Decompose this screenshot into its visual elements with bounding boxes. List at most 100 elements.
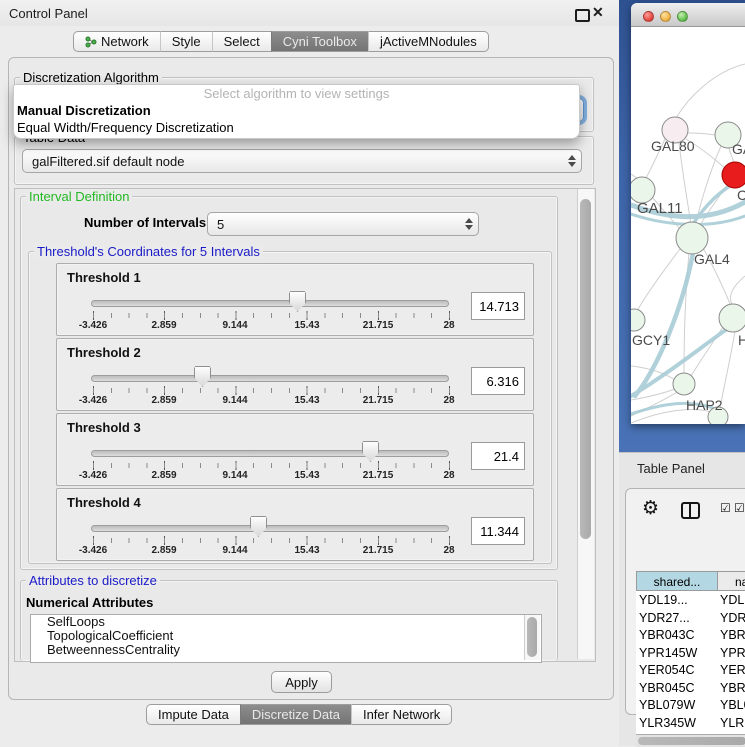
table-data-combobox[interactable]: galFiltered.sif default node: [22, 149, 582, 173]
numerical-attributes-list[interactable]: SelfLoops TopologicalCoefficient Between…: [30, 614, 542, 663]
float-window-icon[interactable]: [575, 9, 590, 22]
popup-option-equal-width[interactable]: Equal Width/Frequency Discretization: [14, 119, 579, 136]
tick-label: 28: [443, 545, 454, 556]
tick-label: 15.43: [294, 320, 319, 331]
list-item[interactable]: SelfLoops: [31, 615, 541, 629]
mac-minimize-button[interactable]: [660, 11, 671, 22]
threshold-1-value-input[interactable]: [471, 292, 525, 320]
tab-cyni-toolbox[interactable]: Cyni Toolbox: [271, 31, 368, 52]
list-item[interactable]: TopologicalCoefficient: [31, 629, 541, 643]
tab-select[interactable]: Select: [212, 31, 271, 52]
algorithm-group-label: Discretization Algorithm: [20, 70, 162, 85]
network-window-titlebar[interactable]: [631, 3, 745, 27]
threshold-2-value-input[interactable]: [471, 367, 525, 395]
threshold-3-panel: Threshold 3 -3.426 2.859 9.144 15.43 21.…: [56, 413, 534, 486]
cell[interactable]: YPR1: [720, 645, 745, 663]
threshold-3-label: Threshold 3: [67, 420, 141, 435]
threshold-1-slider[interactable]: [91, 300, 449, 307]
cell[interactable]: YER0: [720, 662, 745, 680]
cell[interactable]: YDL19...: [639, 592, 717, 610]
table-row[interactable]: YER054CYER0: [636, 662, 745, 680]
network-canvas[interactable]: GAL80 GA C GAL11 GAL4 GCY1 H HAP2: [631, 26, 745, 424]
vertical-scrollbar-thumb[interactable]: [580, 199, 591, 539]
node-gcy1[interactable]: [631, 309, 645, 331]
table-row[interactable]: YLR345WYLR3: [636, 715, 745, 733]
tab-discretize-data[interactable]: Discretize Data: [240, 704, 351, 725]
cell[interactable]: YDR2: [720, 610, 745, 628]
table-row[interactable]: YPR145WYPR1: [636, 645, 745, 663]
column-header-name[interactable]: name: [717, 571, 745, 591]
cell[interactable]: YBR043C: [639, 627, 717, 645]
tick-label: 28: [443, 395, 454, 406]
threshold-2-panel: Threshold 2 -3.426 2.859 9.144 15.43 21.…: [56, 338, 534, 411]
threshold-1-slider-handle[interactable]: [289, 291, 306, 312]
table-row[interactable]: YBL079WYBL0: [636, 697, 745, 715]
list-item[interactable]: BetweennessCentrality: [31, 643, 541, 657]
threshold-2-slider[interactable]: [91, 375, 449, 382]
threshold-3-slider[interactable]: [91, 450, 449, 457]
apply-button[interactable]: Apply: [271, 671, 332, 693]
threshold-4-slider-handle[interactable]: [250, 516, 267, 537]
tick-label: 28: [443, 470, 454, 481]
network-icon: [85, 36, 97, 48]
cell[interactable]: YDR27...: [639, 610, 717, 628]
control-panel-titlebar: Control Panel ✕: [0, 0, 619, 26]
tab-jactivemnodules[interactable]: jActiveMNodules: [368, 31, 489, 52]
tab-impute-data[interactable]: Impute Data: [146, 704, 240, 725]
horizontal-scrollbar[interactable]: [636, 734, 745, 747]
cell[interactable]: YBR045C: [639, 680, 717, 698]
threshold-3-value-input[interactable]: [471, 442, 525, 470]
table-row[interactable]: YBR043CYBR0: [636, 627, 745, 645]
tab-style[interactable]: Style: [160, 31, 212, 52]
mac-zoom-button[interactable]: [677, 11, 688, 22]
tab-jactive-label: jActiveMNodules: [380, 34, 477, 49]
cell[interactable]: YLR345W: [639, 715, 717, 733]
threshold-4-slider[interactable]: [91, 525, 449, 532]
node-selected-red[interactable]: [722, 162, 745, 188]
gear-icon[interactable]: ⚙: [642, 497, 659, 519]
tick-label: 21.715: [363, 320, 394, 331]
threshold-2-slider-handle[interactable]: [194, 366, 211, 387]
popup-hint: Select algorithm to view settings: [14, 85, 579, 102]
list-scrollbar[interactable]: [524, 615, 540, 660]
column-header-shared-name[interactable]: shared...: [636, 571, 718, 591]
node-label: GAL4: [694, 251, 730, 267]
table-row[interactable]: YBR045CYBR0: [636, 680, 745, 698]
table-row[interactable]: YDR27...YDR2: [636, 610, 745, 628]
checkbox-select-all-icon[interactable]: ☑: [720, 501, 731, 515]
close-icon[interactable]: ✕: [592, 4, 604, 21]
cell[interactable]: YBL0: [720, 697, 745, 715]
tab-cyni-label: Cyni Toolbox: [283, 34, 357, 49]
control-panel: Control Panel ✕ Network Style Select Cyn…: [0, 0, 620, 745]
node-attribute-table[interactable]: shared... name YDL19...YDL1 YDR27...YDR2…: [636, 571, 745, 737]
cell[interactable]: YBL079W: [639, 697, 717, 715]
table-row[interactable]: YDL19...YDL1: [636, 592, 745, 610]
split-view-icon[interactable]: [681, 502, 700, 519]
node-h[interactable]: [719, 304, 745, 332]
tab-select-label: Select: [224, 34, 260, 49]
tab-discretize-label: Discretize Data: [252, 707, 340, 722]
list-scrollbar-thumb[interactable]: [527, 617, 537, 657]
vertical-scrollbar[interactable]: [577, 189, 594, 659]
cell[interactable]: YPR145W: [639, 645, 717, 663]
tab-style-label: Style: [172, 34, 201, 49]
cell[interactable]: YBR0: [720, 627, 745, 645]
panel-title: Control Panel: [9, 6, 88, 21]
tab-network[interactable]: Network: [73, 31, 160, 52]
cell[interactable]: YLR3: [720, 715, 745, 733]
node-gal4[interactable]: [676, 222, 708, 254]
checkbox-select-none-icon[interactable]: ☑: [734, 501, 745, 515]
tab-infer-network[interactable]: Infer Network: [351, 704, 452, 725]
mac-close-button[interactable]: [643, 11, 654, 22]
popup-option-manual[interactable]: Manual Discretization: [14, 102, 579, 119]
node-hap2[interactable]: [673, 373, 695, 395]
tick-label: 21.715: [363, 395, 394, 406]
cell[interactable]: YER054C: [639, 662, 717, 680]
table-panel: Table Panel ⚙ ☑ ☑ shared... name YDL19..…: [619, 452, 745, 746]
threshold-3-slider-handle[interactable]: [362, 441, 379, 462]
cell[interactable]: YDL1: [720, 592, 745, 610]
cell[interactable]: YBR0: [720, 680, 745, 698]
horizontal-scrollbar-thumb[interactable]: [638, 737, 745, 745]
num-intervals-combobox[interactable]: 5: [207, 212, 479, 236]
threshold-4-value-input[interactable]: [471, 517, 525, 545]
